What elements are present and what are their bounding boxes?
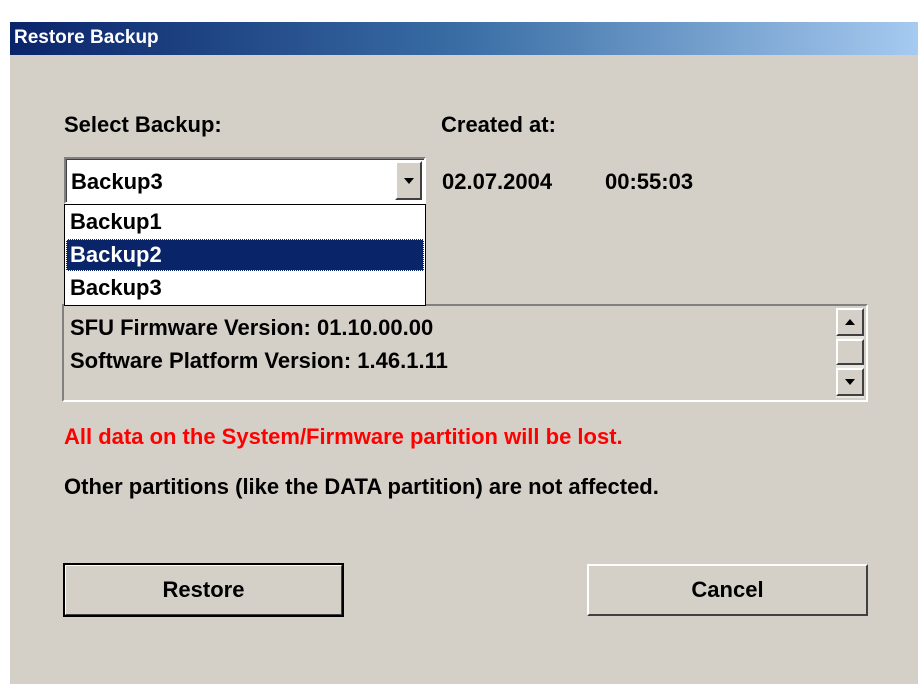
scroll-down-arrow-icon bbox=[845, 379, 855, 385]
backup-select-dropdown-button[interactable] bbox=[395, 161, 422, 200]
created-at-label: Created at: bbox=[441, 112, 556, 137]
backup-select-value: Backup3 bbox=[71, 169, 163, 194]
dropdown-option-backup3[interactable]: Backup3 bbox=[66, 272, 424, 304]
select-backup-label: Select Backup: bbox=[64, 112, 222, 137]
info-scrollbar[interactable] bbox=[836, 308, 864, 398]
dropdown-option-backup1[interactable]: Backup1 bbox=[66, 206, 424, 238]
scroll-down-button[interactable] bbox=[836, 368, 864, 396]
scroll-thumb[interactable] bbox=[836, 339, 864, 365]
firmware-version-text: SFU Firmware Version: 01.10.00.00 bbox=[70, 315, 434, 340]
window-title: Restore Backup bbox=[14, 27, 159, 48]
scroll-up-button[interactable] bbox=[836, 308, 864, 336]
scroll-up-arrow-icon bbox=[845, 319, 855, 325]
restore-backup-dialog: Restore Backup Select Backup: Created at… bbox=[10, 22, 918, 684]
cancel-button[interactable]: Cancel bbox=[587, 564, 868, 616]
dropdown-option-backup2[interactable]: Backup2 bbox=[66, 239, 424, 271]
platform-version-text: Software Platform Version: 1.46.1.11 bbox=[70, 348, 448, 373]
title-bar[interactable]: Restore Backup bbox=[10, 22, 918, 55]
restore-button[interactable]: Restore bbox=[63, 563, 344, 617]
data-loss-warning: All data on the System/Firmware partitio… bbox=[64, 424, 623, 449]
version-info-box[interactable]: SFU Firmware Version: 01.10.00.00 Softwa… bbox=[62, 304, 868, 402]
created-date: 02.07.2004 bbox=[442, 169, 553, 194]
backup-dropdown-list: Backup1 Backup2 Backup3 bbox=[64, 204, 426, 306]
created-time: 00:55:03 bbox=[605, 169, 694, 194]
partitions-note: Other partitions (like the DATA partitio… bbox=[64, 474, 659, 499]
backup-select[interactable]: Backup3 bbox=[64, 157, 426, 204]
chevron-down-icon bbox=[403, 177, 414, 184]
